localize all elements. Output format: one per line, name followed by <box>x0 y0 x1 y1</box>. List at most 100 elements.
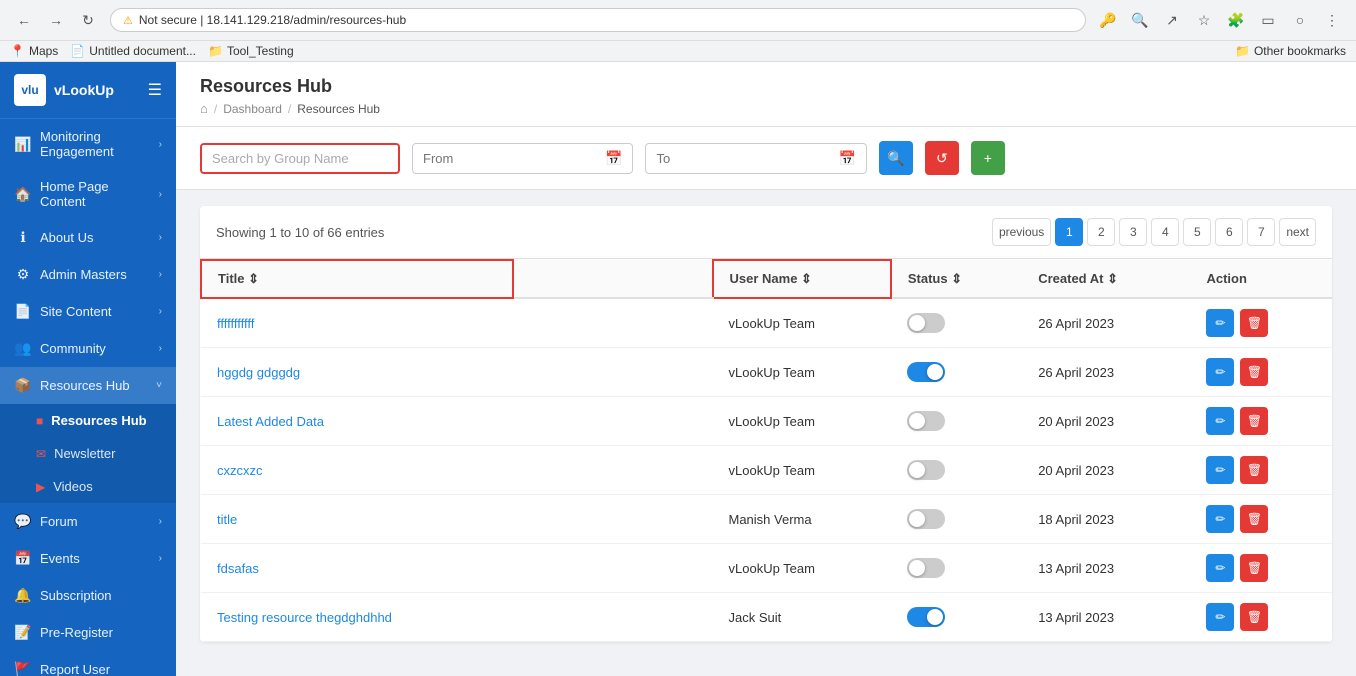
sidebar-sub-resources-hub[interactable]: ■ Resources Hub <box>0 404 176 437</box>
status-toggle[interactable] <box>907 509 945 529</box>
breadcrumb-sep-2: / <box>288 102 291 116</box>
delete-button[interactable]: 🗑 <box>1240 358 1268 386</box>
delete-button[interactable]: 🗑 <box>1240 407 1268 435</box>
search-group-input[interactable] <box>212 151 388 166</box>
sidebar-item-community[interactable]: 👥 Community › <box>0 330 176 367</box>
cell-title: fffffffffff <box>201 298 513 348</box>
sidebar-item-subscription[interactable]: 🔔 Subscription <box>0 577 176 614</box>
search-icon[interactable]: 🔍 <box>1126 6 1154 34</box>
add-button[interactable]: + <box>971 141 1005 175</box>
to-date-input[interactable] <box>656 151 832 166</box>
cell-created: 20 April 2023 <box>1022 397 1190 446</box>
extension-icon[interactable]: 🧩 <box>1222 6 1250 34</box>
edit-button[interactable]: ✏ <box>1206 603 1234 631</box>
delete-button[interactable]: 🗑 <box>1240 603 1268 631</box>
col-created: Created At ⇕ <box>1022 260 1190 298</box>
page-3-button[interactable]: 3 <box>1119 218 1147 246</box>
bookmark-tool[interactable]: 📁 Tool_Testing <box>208 44 294 58</box>
status-toggle[interactable] <box>907 607 945 627</box>
sidebar-label-home: Home Page Content <box>40 179 151 209</box>
table-row: titleManish Verma18 April 2023 ✏ 🗑 <box>201 495 1332 544</box>
sidebar-item-home-content[interactable]: 🏠 Home Page Content › <box>0 169 176 219</box>
sidebar-item-report[interactable]: 🚩 Report User <box>0 651 176 676</box>
menu-icon[interactable]: ⋮ <box>1318 6 1346 34</box>
status-toggle[interactable] <box>907 313 945 333</box>
delete-button[interactable]: 🗑 <box>1240 505 1268 533</box>
home-breadcrumb-icon: ⌂ <box>200 101 208 116</box>
delete-button[interactable]: 🗑 <box>1240 456 1268 484</box>
star-icon[interactable]: ☆ <box>1190 6 1218 34</box>
sidebar-sub-videos[interactable]: ▶ Videos <box>0 470 176 503</box>
sidebar-item-site[interactable]: 📄 Site Content › <box>0 293 176 330</box>
events-icon: 📅 <box>14 550 32 567</box>
page-next-button[interactable]: next <box>1279 218 1316 246</box>
maps-icon: 📍 <box>10 44 25 58</box>
window-icon[interactable]: ▭ <box>1254 6 1282 34</box>
sidebar-label-admin: Admin Masters <box>40 267 151 282</box>
sidebar-item-preregister[interactable]: 📝 Pre-Register <box>0 614 176 651</box>
sidebar-item-events[interactable]: 📅 Events › <box>0 540 176 577</box>
page-2-button[interactable]: 2 <box>1087 218 1115 246</box>
key-icon[interactable]: 🔑 <box>1094 6 1122 34</box>
sidebar-label-report: Report User <box>40 662 162 676</box>
chevron-right-icon: › <box>159 269 162 280</box>
sidebar-sub-newsletter[interactable]: ✉ Newsletter <box>0 437 176 470</box>
to-date-wrap: 📅 <box>645 143 866 174</box>
preregister-icon: 📝 <box>14 624 32 641</box>
sidebar-label-subscription: Subscription <box>40 588 162 603</box>
delete-button[interactable]: 🗑 <box>1240 309 1268 337</box>
from-date-input[interactable] <box>423 151 599 166</box>
address-bar[interactable]: ⚠ Not secure | 18.141.129.218/admin/reso… <box>110 8 1086 32</box>
sidebar-item-admin[interactable]: ⚙ Admin Masters › <box>0 256 176 293</box>
page-1-button[interactable]: 1 <box>1055 218 1083 246</box>
bookmark-other-label: Other bookmarks <box>1254 44 1346 58</box>
profile-icon[interactable]: ○ <box>1286 6 1314 34</box>
cell-spacer <box>513 348 713 397</box>
delete-button[interactable]: 🗑 <box>1240 554 1268 582</box>
page-prev-button[interactable]: previous <box>992 218 1051 246</box>
col-username: User Name ⇕ <box>713 260 891 298</box>
status-toggle[interactable] <box>907 558 945 578</box>
page-7-button[interactable]: 7 <box>1247 218 1275 246</box>
edit-button[interactable]: ✏ <box>1206 407 1234 435</box>
cell-created: 26 April 2023 <box>1022 348 1190 397</box>
edit-button[interactable]: ✏ <box>1206 456 1234 484</box>
status-toggle[interactable] <box>907 460 945 480</box>
status-toggle[interactable] <box>907 411 945 431</box>
cell-title: Testing resource thegdghdhhd <box>201 593 513 642</box>
reload-button[interactable]: ↻ <box>74 6 102 34</box>
chevron-right-icon: › <box>159 232 162 243</box>
forward-button[interactable]: → <box>42 6 70 34</box>
table-row: hggdg gdggdgvLookUp Team26 April 2023 ✏ … <box>201 348 1332 397</box>
edit-button[interactable]: ✏ <box>1206 505 1234 533</box>
edit-button[interactable]: ✏ <box>1206 309 1234 337</box>
cell-action: ✏ 🗑 <box>1190 348 1332 397</box>
search-group-wrap <box>200 143 400 174</box>
breadcrumb-dashboard[interactable]: Dashboard <box>223 102 282 116</box>
reset-button[interactable]: ↺ <box>925 141 959 175</box>
cell-action: ✏ 🗑 <box>1190 495 1332 544</box>
sidebar-item-monitoring[interactable]: 📊 Monitoring Engagement › <box>0 119 176 169</box>
edit-button[interactable]: ✏ <box>1206 358 1234 386</box>
sidebar-item-about[interactable]: ℹ About Us › <box>0 219 176 256</box>
col-action: Action <box>1190 260 1332 298</box>
home-icon: 🏠 <box>14 186 32 203</box>
cell-title: title <box>201 495 513 544</box>
chevron-down-icon: ˅ <box>156 380 162 391</box>
edit-button[interactable]: ✏ <box>1206 554 1234 582</box>
bookmark-untitled[interactable]: 📄 Untitled document... <box>70 44 196 58</box>
bookmark-other[interactable]: 📁 Other bookmarks <box>1235 44 1346 58</box>
page-6-button[interactable]: 6 <box>1215 218 1243 246</box>
sidebar-item-forum[interactable]: 💬 Forum › <box>0 503 176 540</box>
share-icon[interactable]: ↗ <box>1158 6 1186 34</box>
status-toggle[interactable] <box>907 362 945 382</box>
bookmark-maps[interactable]: 📍 Maps <box>10 44 58 58</box>
security-icon: ⚠ <box>123 14 133 27</box>
search-button[interactable]: 🔍 <box>879 141 913 175</box>
sidebar-item-resources[interactable]: 📦 Resources Hub ˅ <box>0 367 176 404</box>
page-4-button[interactable]: 4 <box>1151 218 1179 246</box>
back-button[interactable]: ← <box>10 6 38 34</box>
hamburger-icon[interactable]: ☰ <box>148 80 162 100</box>
page-5-button[interactable]: 5 <box>1183 218 1211 246</box>
logo-text: vLookUp <box>54 82 114 98</box>
